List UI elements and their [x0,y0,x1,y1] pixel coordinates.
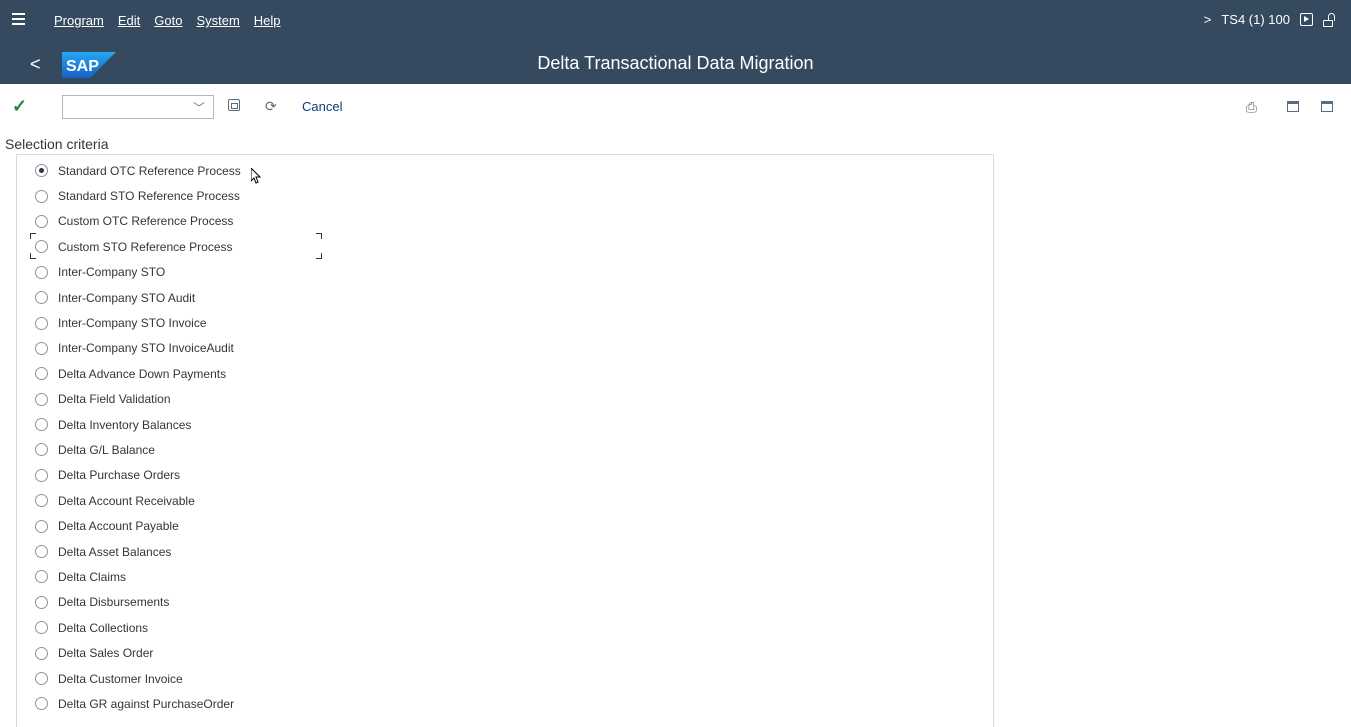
radio-button[interactable] [35,443,48,457]
radio-button[interactable] [35,595,48,609]
radio-button[interactable] [35,545,48,559]
radio-option[interactable]: Delta Disbursements [35,590,241,615]
radio-option[interactable]: Delta GR against PurchaseOrder [35,691,241,716]
radio-option[interactable]: Delta Advance Down Payments [35,361,241,386]
menu-help[interactable]: Help [254,13,281,28]
radio-button[interactable] [35,570,48,584]
cancel-button[interactable]: Cancel [302,99,342,114]
radio-label: Delta Account Receivable [58,493,195,508]
customize-window-icon[interactable] [1321,101,1333,112]
radio-label: Delta Collections [58,620,149,635]
toolbar: ✓ ﹀ ⟳ Cancel ⎙ [0,84,1351,130]
radio-option[interactable]: Inter-Company STO Audit [35,285,241,310]
system-info-area: > TS4 (1) 100 [1204,12,1337,27]
system-info[interactable]: TS4 (1) 100 [1221,12,1290,27]
page-title: Delta Transactional Data Migration [537,53,814,73]
menu-system[interactable]: System [196,13,239,28]
radio-option[interactable]: Delta Purchase Orders [35,463,241,488]
radio-label: Inter-Company STO InvoiceAudit [58,341,234,356]
radio-label: Delta Asset Balances [58,544,172,559]
menu-bar: Program Edit Goto System Help > TS4 (1) … [0,0,1351,44]
radio-button[interactable] [35,367,48,381]
radio-options: Standard OTC Reference Process Standard S… [35,158,241,717]
radio-label: Standard STO Reference Process [58,189,240,204]
radio-option[interactable]: Custom OTC Reference Process [35,209,241,234]
radio-option[interactable]: Inter-Company STO Invoice [35,310,241,335]
radio-option[interactable]: Delta Field Validation [35,387,241,412]
radio-button[interactable] [35,214,48,228]
radio-label: Custom STO Reference Process [58,239,233,254]
radio-label: Inter-Company STO Invoice [58,316,207,331]
save-icon[interactable] [228,99,240,111]
radio-label: Delta Field Validation [58,392,171,407]
title-bar: < SAP Delta Transactional Data Migration [0,44,1351,84]
radio-label: Delta Disbursements [58,595,170,610]
menu-goto[interactable]: Goto [154,13,182,28]
unlock-icon[interactable] [1323,12,1337,27]
print-icon[interactable]: ⎙ [1246,99,1257,116]
radio-label: Standard OTC Reference Process [58,163,241,178]
history-icon[interactable]: ⟳ [265,98,277,115]
radio-option[interactable]: Delta Account Payable [35,513,241,538]
radio-label: Delta G/L Balance [58,442,155,457]
radio-label: Delta GR against PurchaseOrder [58,696,235,711]
radio-option[interactable]: Inter-Company STO InvoiceAudit [35,336,241,361]
radio-button[interactable] [35,189,48,203]
radio-button[interactable] [35,494,48,508]
command-field[interactable]: ﹀ [62,95,214,119]
radio-option[interactable]: Standard OTC Reference Process [35,158,241,183]
radio-label: Delta Inventory Balances [58,417,192,432]
radio-button[interactable] [35,418,48,432]
radio-label: Delta Purchase Orders [58,468,181,483]
new-window-icon[interactable] [1287,101,1299,112]
chevron-down-icon[interactable]: ﹀ [193,99,205,116]
radio-label: Inter-Company STO [58,265,166,280]
radio-option[interactable]: Delta Claims [35,564,241,589]
radio-option[interactable]: Custom STO Reference Process [35,234,241,259]
check-icon[interactable]: ✓ [12,96,27,117]
radio-option[interactable]: Delta Collections [35,615,241,640]
radio-button[interactable] [35,240,48,254]
section-title: Selection criteria [5,136,109,152]
play-icon[interactable] [1300,13,1313,26]
radio-label: Inter-Company STO Audit [58,290,196,305]
radio-label: Delta Account Payable [58,519,179,534]
radio-button[interactable] [35,672,48,685]
radio-button[interactable] [35,265,48,279]
radio-label: Delta Advance Down Payments [58,366,227,381]
radio-option[interactable]: Standard STO Reference Process [35,183,241,208]
radio-label: Delta Claims [58,569,127,584]
radio-label: Custom OTC Reference Process [58,214,234,229]
menu-edit[interactable]: Edit [118,13,140,28]
radio-button[interactable] [35,646,48,660]
expand-chevron-icon[interactable]: > [1204,12,1212,27]
radio-option[interactable]: Delta Customer Invoice [35,666,241,691]
mouse-cursor-icon [251,168,261,184]
radio-button[interactable] [35,621,48,635]
radio-button-selected[interactable] [35,164,48,178]
radio-button[interactable] [35,392,48,406]
radio-button[interactable] [35,519,48,533]
hamburger-menu-icon[interactable] [12,13,25,25]
menu-items: Program Edit Goto System Help [54,13,281,28]
radio-label: Delta Sales Order [58,646,154,661]
radio-option[interactable]: Delta Inventory Balances [35,412,241,437]
radio-button[interactable] [35,697,48,711]
radio-option[interactable]: Delta G/L Balance [35,437,241,462]
radio-option[interactable]: Delta Asset Balances [35,539,241,564]
radio-button[interactable] [35,291,48,305]
radio-label: Delta Customer Invoice [58,671,183,686]
radio-option[interactable]: Inter-Company STO [35,260,241,285]
radio-button[interactable] [35,468,48,482]
radio-button[interactable] [35,341,48,355]
radio-button[interactable] [35,316,48,330]
radio-option[interactable]: Delta Account Receivable [35,488,241,513]
radio-option[interactable]: Delta Sales Order [35,640,241,665]
menu-program[interactable]: Program [54,13,104,28]
